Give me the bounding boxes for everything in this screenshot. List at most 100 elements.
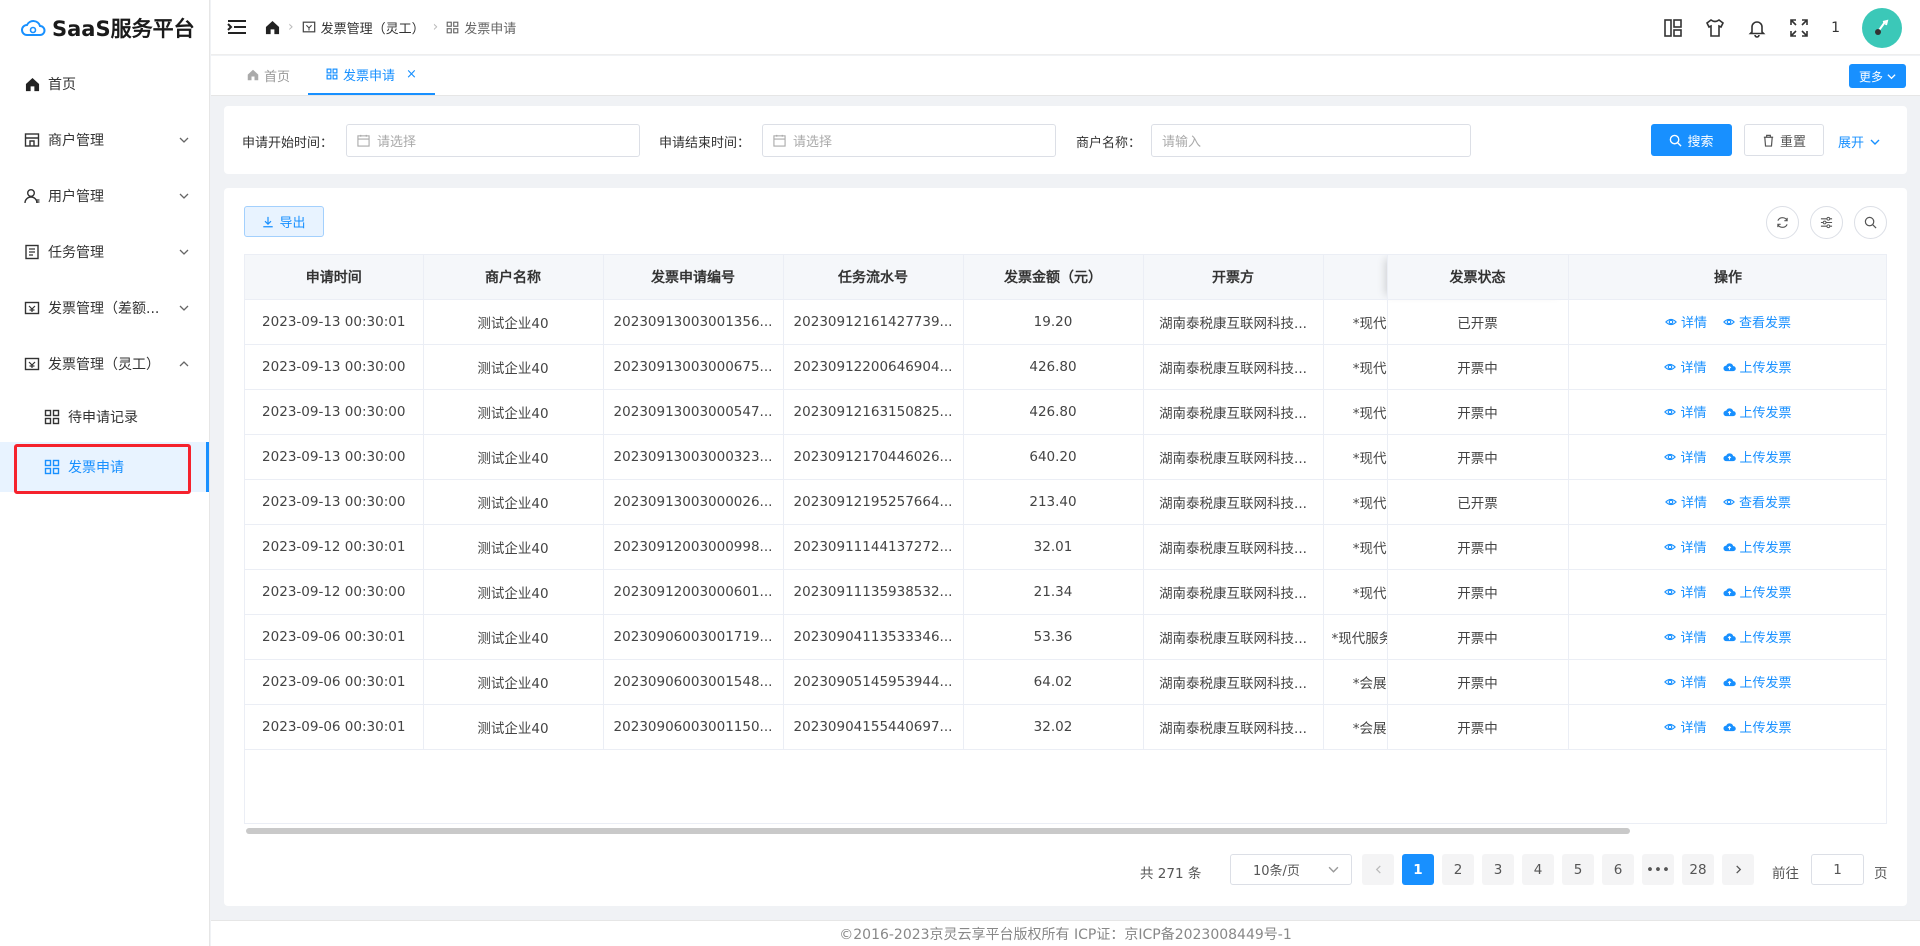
- table-row: 2023-09-13 00:30:01 测试企业40 202309130030013…: [245, 299, 1886, 345]
- column-header[interactable]: 开票方: [1143, 255, 1324, 300]
- tab-home[interactable]: 首页: [229, 55, 308, 95]
- detail-link[interactable]: 详情: [1665, 312, 1707, 331]
- column-header[interactable]: 发票申请编号: [603, 255, 784, 300]
- breadcrumb-invoice-flex[interactable]: 发票管理（灵工）: [302, 18, 425, 37]
- upload-invoice-link[interactable]: 上传发票: [1722, 582, 1792, 601]
- page-size-select[interactable]: 10条/页: [1230, 854, 1352, 885]
- refresh-icon[interactable]: [1766, 206, 1799, 239]
- table-cell: 开票中: [1387, 389, 1569, 435]
- sidebar-item-invoice-flex[interactable]: 发票管理（灵工）: [0, 336, 209, 392]
- column-settings-icon[interactable]: [1810, 206, 1843, 239]
- detail-link[interactable]: 详情: [1664, 402, 1707, 421]
- cloud-upload-icon: [1722, 542, 1736, 551]
- export-button[interactable]: 导出: [244, 206, 324, 237]
- action-link-label: 上传发票: [1739, 721, 1792, 736]
- page-button[interactable]: 3: [1482, 854, 1514, 885]
- avatar[interactable]: [1862, 7, 1902, 48]
- page-button[interactable]: 5: [1562, 854, 1594, 885]
- sidebar-item-label: 任务管理: [48, 245, 104, 261]
- upload-invoice-link[interactable]: 上传发票: [1722, 402, 1792, 421]
- menu-toggle-icon[interactable]: [227, 19, 247, 35]
- view-invoice-link[interactable]: 查看发票: [1723, 492, 1791, 511]
- page-button[interactable]: 6: [1602, 854, 1634, 885]
- column-header[interactable]: 任务流水号: [783, 255, 964, 300]
- sidebar-subitem-invoice-apply[interactable]: 发票申请: [0, 442, 209, 492]
- search-icon[interactable]: [1854, 206, 1887, 239]
- action-link-label: 上传发票: [1739, 406, 1792, 421]
- sidebar-item-user[interactable]: 用户管理: [0, 168, 209, 224]
- table-cell: 开票中: [1387, 524, 1569, 570]
- table-cell: 测试企业40: [423, 344, 604, 390]
- table-header-row: 申请时间 商户名称 发票申请编号 任务流水号 发票金额（元） 开票方 发票状态 …: [245, 255, 1886, 300]
- detail-link[interactable]: 详情: [1664, 672, 1707, 691]
- more-button[interactable]: 更多: [1848, 64, 1906, 88]
- column-header[interactable]: 操作: [1568, 255, 1886, 300]
- prev-page-button[interactable]: [1362, 854, 1394, 885]
- fullscreen-icon[interactable]: [1789, 18, 1809, 38]
- horizontal-scrollbar[interactable]: [246, 828, 1630, 834]
- detail-link[interactable]: 详情: [1664, 717, 1707, 736]
- table-row: 2023-09-06 00:30:01 测试企业40 202309060030015…: [245, 659, 1886, 705]
- detail-link[interactable]: 详情: [1664, 582, 1707, 601]
- upload-invoice-link[interactable]: 上传发票: [1722, 717, 1792, 736]
- logo[interactable]: SaaS服务平台: [0, 0, 209, 56]
- table-cell: 湖南泰税康互联网科技...: [1143, 614, 1324, 660]
- column-header[interactable]: 发票状态: [1387, 255, 1569, 300]
- theme-shirt-icon[interactable]: [1705, 18, 1725, 38]
- chevron-up-icon: [179, 361, 189, 367]
- column-header[interactable]: 发票金额（元）: [963, 255, 1144, 300]
- page-button[interactable]: 4: [1522, 854, 1554, 885]
- page-button[interactable]: 2: [1442, 854, 1474, 885]
- bell-icon[interactable]: [1747, 18, 1767, 38]
- view-invoice-link[interactable]: 查看发票: [1723, 312, 1791, 331]
- table-cell: 64.02: [963, 659, 1144, 705]
- upload-invoice-link[interactable]: 上传发票: [1722, 672, 1792, 691]
- breadcrumb-home[interactable]: [265, 20, 280, 35]
- table-cell: 20230913003000675...: [603, 344, 784, 390]
- column-header[interactable]: [1323, 255, 1388, 300]
- table-cell-actions: 详情 上传发票: [1568, 434, 1886, 480]
- sidebar-item-merchant[interactable]: 商户管理: [0, 112, 209, 168]
- table-row: 2023-09-06 00:30:01 测试企业40 202309060030011…: [245, 704, 1886, 750]
- eye-icon: [1664, 408, 1677, 415]
- upload-invoice-link[interactable]: 上传发票: [1722, 537, 1792, 556]
- detail-link[interactable]: 详情: [1664, 447, 1707, 466]
- upload-invoice-link[interactable]: 上传发票: [1722, 447, 1792, 466]
- detail-link[interactable]: 详情: [1664, 357, 1707, 376]
- detail-link[interactable]: 详情: [1665, 492, 1707, 511]
- table-cell: 湖南泰税康互联网科技...: [1143, 344, 1324, 390]
- search-button[interactable]: 搜索: [1651, 124, 1732, 156]
- detail-link[interactable]: 详情: [1664, 627, 1707, 646]
- end-time-picker[interactable]: 请选择: [762, 124, 1056, 157]
- upload-invoice-link[interactable]: 上传发票: [1722, 357, 1792, 376]
- reset-button[interactable]: 重置: [1744, 124, 1824, 156]
- next-page-button[interactable]: [1722, 854, 1754, 885]
- close-icon[interactable]: ×: [406, 67, 417, 82]
- sidebar-item-invoice-diff[interactable]: 发票管理（差额...: [0, 280, 209, 336]
- sidebar-item-home[interactable]: 首页: [0, 56, 209, 112]
- page-button[interactable]: 28: [1682, 854, 1714, 885]
- page-ellipsis-button[interactable]: •••: [1642, 854, 1674, 885]
- tab-invoice-apply[interactable]: 发票申请 ×: [308, 55, 435, 95]
- calendar-icon: [773, 134, 786, 147]
- table-cell-actions: 详情 上传发票: [1568, 659, 1886, 705]
- column-header[interactable]: 商户名称: [423, 255, 604, 300]
- start-time-picker[interactable]: 请选择: [346, 124, 640, 157]
- avatar-icon: [1875, 19, 1889, 35]
- detail-link[interactable]: 详情: [1664, 537, 1707, 556]
- table-cell: 2023-09-12 00:30:00: [245, 569, 424, 615]
- sidebar-item-task[interactable]: 任务管理: [0, 224, 209, 280]
- cloud-upload-icon: [1722, 677, 1736, 686]
- table-cell: 湖南泰税康互联网科技...: [1143, 434, 1324, 480]
- expand-button[interactable]: 展开: [1838, 132, 1880, 151]
- chevron-left-icon: [1375, 865, 1381, 874]
- upload-invoice-link[interactable]: 上传发票: [1722, 627, 1792, 646]
- eye-icon: [1664, 363, 1677, 370]
- merchant-name-input[interactable]: 请输入: [1151, 124, 1471, 157]
- page-button[interactable]: 1: [1402, 854, 1434, 885]
- sidebar-subitem-pending[interactable]: 待申请记录: [0, 392, 209, 442]
- layout-icon[interactable]: [1663, 18, 1683, 38]
- column-header[interactable]: 申请时间: [245, 255, 424, 300]
- table-cell: 测试企业40: [423, 524, 604, 570]
- goto-page-input[interactable]: 1: [1811, 854, 1864, 885]
